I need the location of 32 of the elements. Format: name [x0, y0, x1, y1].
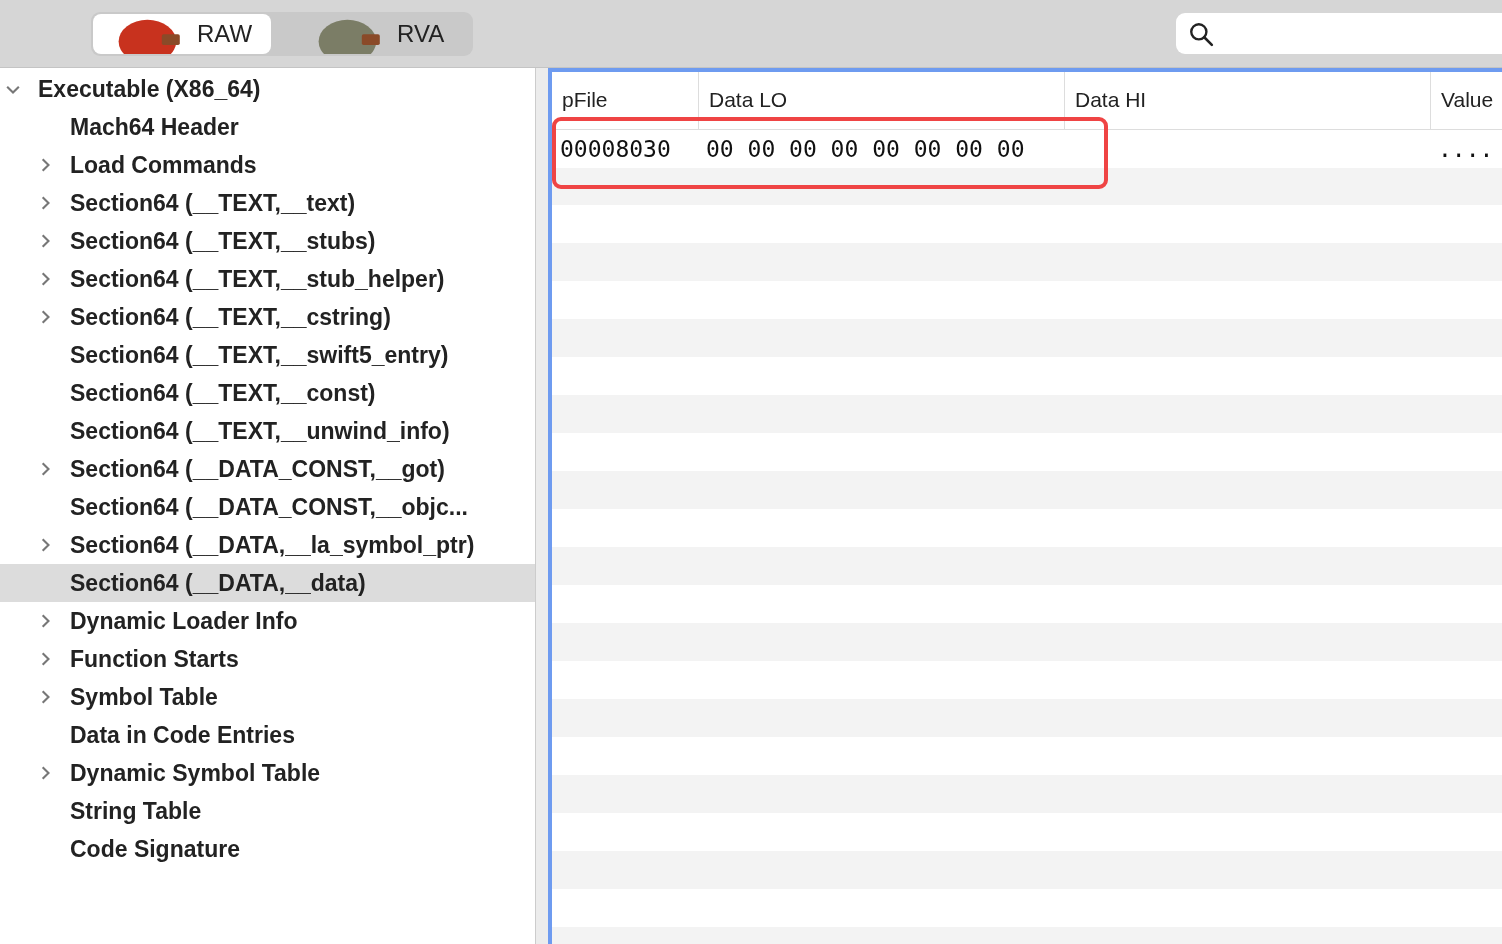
search-field[interactable]	[1176, 13, 1502, 54]
tree-item[interactable]: Section64 (__DATA_CONST,__objc...	[0, 488, 535, 526]
tree-item[interactable]: Section64 (__TEXT,__swift5_entry)	[0, 336, 535, 374]
column-header[interactable]: pFile	[552, 72, 698, 129]
tree-item[interactable]: Symbol Table	[0, 678, 535, 716]
tree-item[interactable]: Data in Code Entries	[0, 716, 535, 754]
tree-item[interactable]: Function Starts	[0, 640, 535, 678]
tree-item[interactable]: Section64 (__TEXT,__const)	[0, 374, 535, 412]
column-header[interactable]: Value	[1430, 72, 1502, 129]
table-cell: 00008030	[560, 136, 671, 162]
segment-tab[interactable]: RAW	[93, 13, 271, 54]
column-header[interactable]: Data HI	[1064, 72, 1430, 129]
column-header[interactable]: Data LO	[698, 72, 1064, 129]
tree-item[interactable]: Mach64 Header	[0, 108, 535, 146]
tree-item[interactable]: Dynamic Loader Info	[0, 602, 535, 640]
tree-item[interactable]: Section64 (__TEXT,__text)	[0, 184, 535, 222]
tree-item[interactable]: Section64 (__TEXT,__unwind_info)	[0, 412, 535, 450]
tree-item[interactable]: String Table	[0, 792, 535, 830]
tree-item[interactable]: Executable (X86_64)	[0, 70, 535, 108]
table-cell: ....	[1438, 136, 1494, 162]
table-cell: 00 00 00 00 00 00 00 00	[706, 136, 1025, 162]
tree-item[interactable]: Section64 (__TEXT,__cstring)	[0, 298, 535, 336]
tree-item[interactable]: Section64 (__DATA,__data)	[0, 564, 535, 602]
tree-item[interactable]: Section64 (__TEXT,__stubs)	[0, 222, 535, 260]
tree-item[interactable]: Section64 (__DATA_CONST,__got)	[0, 450, 535, 488]
search-icon	[1188, 20, 1214, 47]
tree-item[interactable]: Load Commands	[0, 146, 535, 184]
tree-item[interactable]: Code Signature	[0, 830, 535, 868]
segment-tab[interactable]: RVA	[293, 13, 471, 54]
tree-item[interactable]: Section64 (__TEXT,__stub_helper)	[0, 260, 535, 298]
tree-item[interactable]: Section64 (__DATA,__la_symbol_ptr)	[0, 526, 535, 564]
tree-item[interactable]: Dynamic Symbol Table	[0, 754, 535, 792]
